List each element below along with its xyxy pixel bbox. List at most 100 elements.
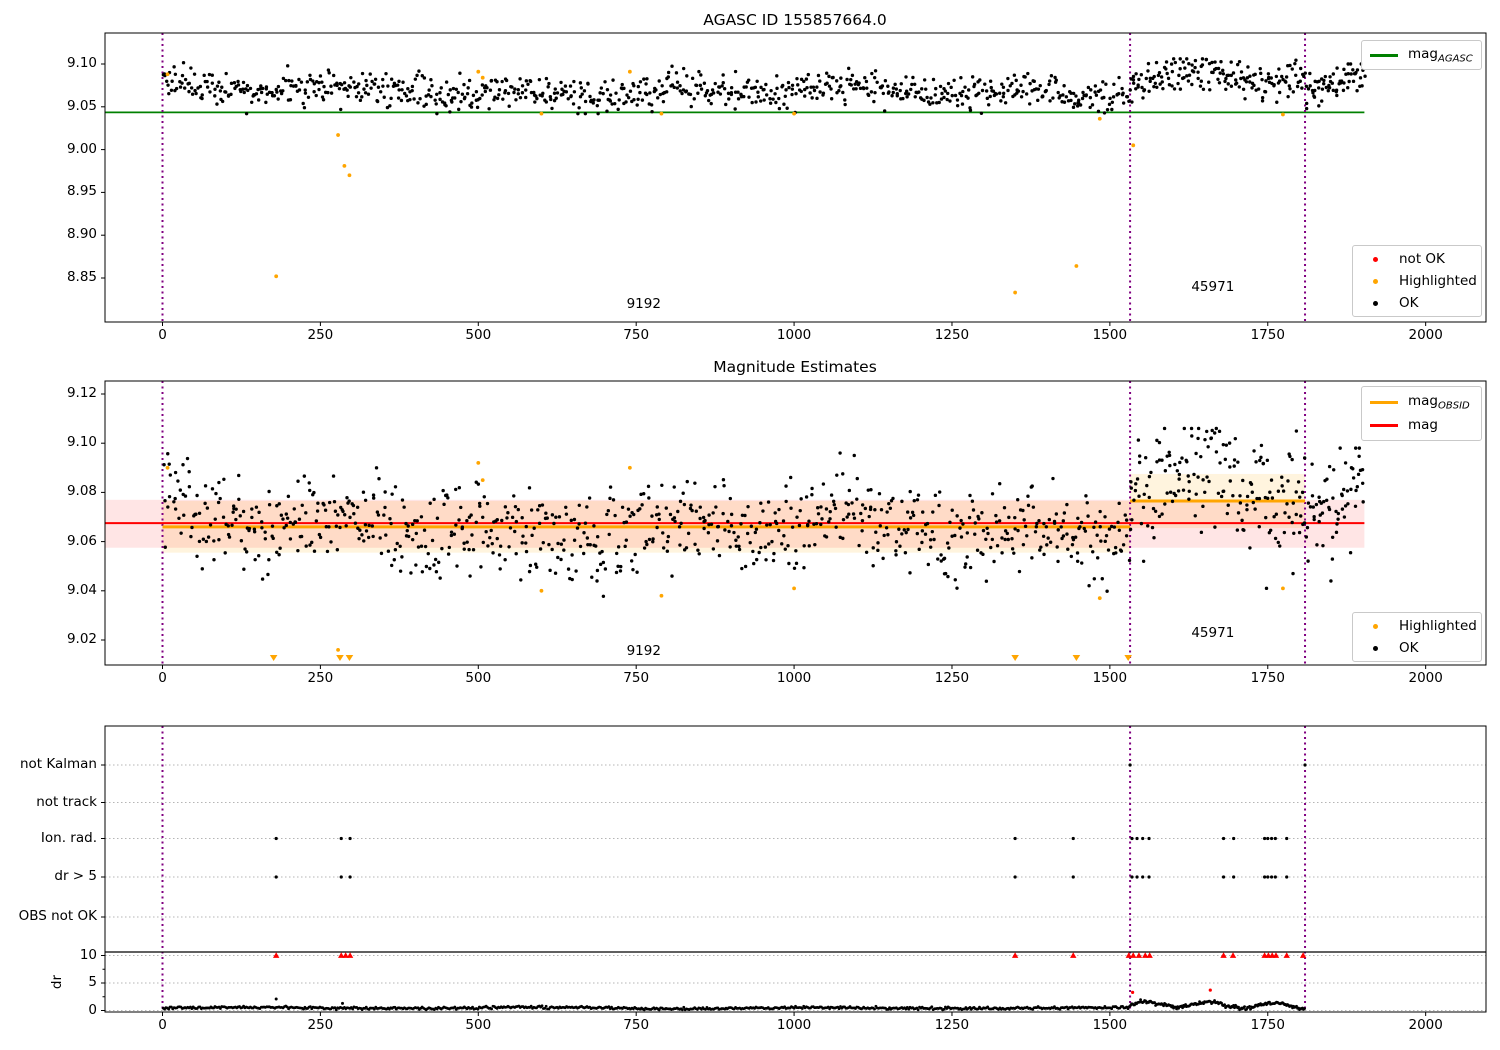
ok-point xyxy=(513,529,517,534)
ok-point xyxy=(217,537,221,542)
ok-point xyxy=(1176,81,1180,86)
ok-point xyxy=(894,549,898,553)
ok-point xyxy=(238,514,242,518)
ion-rad-point xyxy=(1266,836,1270,841)
ok-point xyxy=(277,502,281,506)
ok-point xyxy=(169,88,174,92)
ok-point xyxy=(376,513,381,517)
ok-point xyxy=(645,77,649,81)
ok-point xyxy=(1245,503,1249,507)
dr-red-point xyxy=(1208,988,1212,992)
ok-point xyxy=(754,100,758,104)
ok-point xyxy=(729,90,734,95)
ok-point xyxy=(202,73,206,78)
ok-point xyxy=(1046,536,1050,540)
legend-label: OK xyxy=(1399,640,1419,656)
ok-point xyxy=(1249,482,1254,486)
ok-point xyxy=(329,84,333,88)
ok-point xyxy=(331,474,336,478)
ok-point xyxy=(790,92,794,97)
ok-point xyxy=(1201,87,1206,91)
ok-point xyxy=(782,102,786,106)
ok-point xyxy=(938,84,943,89)
ok-point xyxy=(1163,469,1168,473)
ok-point xyxy=(1270,496,1275,500)
ok-point xyxy=(950,93,954,98)
ok-point xyxy=(601,594,606,599)
top-plot-title: AGASC ID 155857664.0 xyxy=(703,11,887,29)
ok-point xyxy=(480,93,484,97)
ok-point xyxy=(629,559,634,563)
ok-point xyxy=(1062,511,1067,515)
ok-point xyxy=(1055,545,1059,549)
ok-point xyxy=(722,484,726,488)
ok-point xyxy=(564,512,569,516)
ok-point xyxy=(1021,508,1025,513)
x-tick-label: 1500 xyxy=(1092,1017,1128,1033)
ok-point xyxy=(596,111,600,116)
ok-point xyxy=(1102,111,1107,115)
clipped-low-triangle xyxy=(1072,655,1081,661)
ok-point xyxy=(632,84,636,88)
ok-point xyxy=(162,462,166,467)
ok-point xyxy=(479,565,483,569)
ion-rad-point xyxy=(1147,836,1151,841)
highlighted-point xyxy=(627,465,632,470)
ok-point xyxy=(316,501,320,505)
ok-point xyxy=(855,497,859,501)
ok-point xyxy=(681,491,685,495)
ok-point xyxy=(852,516,857,520)
ok-point xyxy=(787,85,791,90)
ok-point xyxy=(489,528,493,533)
ok-point xyxy=(922,98,926,103)
ok-point xyxy=(1100,577,1104,581)
ok-point xyxy=(711,547,716,551)
ok-point xyxy=(252,530,257,534)
ok-point xyxy=(181,463,185,467)
ok-point xyxy=(1342,487,1346,492)
ok-point xyxy=(1071,105,1076,110)
ok-point xyxy=(173,507,178,511)
ok-point xyxy=(651,537,655,541)
ok-point xyxy=(200,567,204,571)
ok-point xyxy=(314,519,319,523)
ok-point xyxy=(487,107,491,111)
ok-point xyxy=(327,525,331,529)
ok-point xyxy=(546,85,550,89)
ok-point xyxy=(843,98,847,102)
ok-point xyxy=(1131,74,1136,79)
ok-point xyxy=(1183,66,1187,70)
ok-point xyxy=(769,88,773,93)
ok-point xyxy=(1038,83,1042,88)
ok-point xyxy=(1194,492,1198,496)
ok-point xyxy=(1282,530,1287,535)
ok-point xyxy=(177,516,181,521)
ok-point xyxy=(1163,502,1167,506)
ok-point xyxy=(189,66,193,70)
ok-point xyxy=(497,88,502,92)
ok-point xyxy=(900,499,904,504)
ok-point xyxy=(1264,586,1269,591)
ok-point xyxy=(685,74,689,78)
x-tick-label: 500 xyxy=(465,1017,492,1033)
ok-point xyxy=(1001,91,1006,96)
ok-point xyxy=(1213,525,1217,529)
y-tick-label: 9.10 xyxy=(66,55,97,71)
ok-point xyxy=(939,553,943,557)
ok-point xyxy=(746,504,750,509)
ok-point xyxy=(990,537,995,542)
ok-point xyxy=(446,552,451,556)
ok-point xyxy=(439,86,443,90)
ok-point xyxy=(1112,525,1117,529)
ok-point xyxy=(841,517,846,522)
ok-point xyxy=(795,515,799,519)
ok-point xyxy=(284,523,288,528)
ok-point xyxy=(1193,65,1197,70)
ok-point xyxy=(810,486,814,491)
ok-point xyxy=(530,533,534,538)
obsid-annotation: 45971 xyxy=(1191,279,1235,295)
ok-point xyxy=(686,531,691,536)
ok-point xyxy=(1233,436,1238,441)
ok-point xyxy=(304,544,308,548)
ok-point xyxy=(569,518,573,523)
